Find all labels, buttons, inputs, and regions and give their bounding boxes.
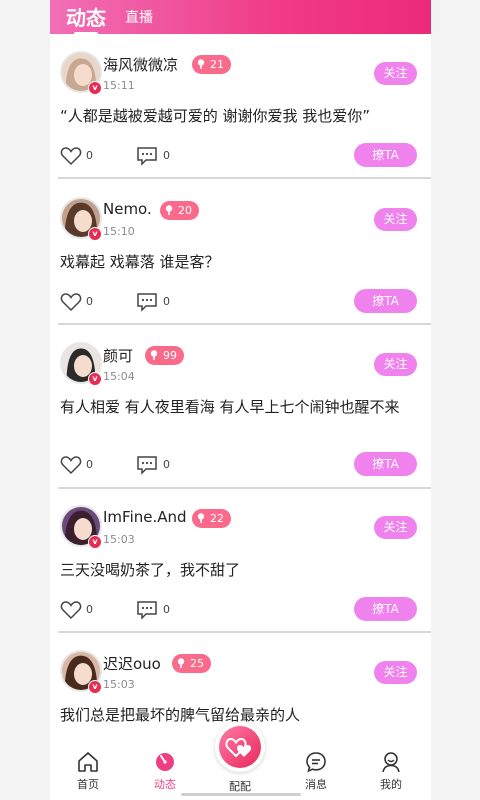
user-name[interactable]: 海风微微凉 (103, 54, 178, 75)
post-card[interactable]: v 海风微微凉 15:11 21 关注 “人都是越被爱越可爱的 谢谢你爱我 我也… (50, 34, 431, 179)
nav-messages[interactable]: 消息 (291, 750, 341, 796)
heart-outline-icon[interactable] (60, 146, 82, 166)
pin-icon (197, 59, 205, 69)
post-time: 15:11 (103, 79, 135, 92)
home-indicator (181, 793, 301, 796)
follow-button[interactable]: 关注 (374, 661, 417, 684)
user-name[interactable]: ImFine.And (103, 508, 187, 526)
post-time: 15:03 (103, 533, 135, 546)
chat-lines-icon (306, 752, 326, 773)
post-content: 戏幕起 戏幕落 谁是客？ (60, 253, 220, 271)
level-badge: 22 (192, 509, 231, 528)
user-name[interactable]: Nemo. (103, 200, 152, 218)
person-icon (382, 752, 400, 773)
level-badge: 20 (160, 201, 199, 220)
follow-button[interactable]: 关注 (374, 516, 417, 539)
post-card[interactable]: v 颜可 15:04 99 关注 有人相爱 有人夜里看海 有人早上七个闹钟也醒不… (50, 325, 431, 489)
user-name[interactable]: 迟迟ouo (103, 653, 161, 674)
divider (58, 177, 431, 179)
nav-messages-label: 消息 (305, 778, 327, 791)
verified-badge: v (88, 535, 102, 549)
comment-bubble-icon[interactable] (136, 455, 158, 475)
comment-count: 0 (163, 458, 170, 471)
flirt-button[interactable]: 撩TA (354, 452, 417, 476)
post-content: 三天没喝奶茶了，我不甜了 (60, 561, 241, 579)
level-value: 20 (178, 204, 192, 217)
flirt-button[interactable]: 撩TA (354, 289, 417, 313)
post-content: “人都是越被爱越可爱的 谢谢你爱我 我也爱你” (60, 107, 371, 125)
double-heart-icon (225, 737, 252, 758)
nav-home[interactable]: 首页 (63, 750, 113, 796)
like-count: 0 (86, 295, 93, 308)
level-value: 99 (163, 349, 177, 362)
level-value: 22 (210, 512, 224, 525)
top-tab-bar: 动态 直播 (50, 0, 431, 35)
post-actions: 0 0 撩TA (50, 143, 431, 167)
verified-badge: v (88, 227, 102, 241)
nav-match-label: 配配 (229, 780, 251, 793)
pin-icon (197, 513, 205, 523)
tab-live[interactable]: 直播 (125, 7, 153, 27)
comment-bubble-icon[interactable] (136, 146, 158, 166)
heart-outline-icon[interactable] (60, 292, 82, 312)
app-screen: 动态 直播 v 海风微微凉 15:11 21 关注 “人都是越被爱越可爱的 谢谢… (50, 0, 431, 800)
like-count: 0 (86, 458, 93, 471)
verified-badge: v (88, 372, 102, 386)
clock-dial-icon (156, 753, 174, 771)
nav-feed[interactable]: 动态 (140, 750, 190, 796)
feed-list[interactable]: v 海风微微凉 15:11 21 关注 “人都是越被爱越可爱的 谢谢你爱我 我也… (50, 34, 431, 746)
verified-badge: v (88, 81, 102, 95)
comment-bubble-icon[interactable] (136, 600, 158, 620)
level-badge: 25 (172, 654, 211, 673)
level-badge: 99 (145, 346, 184, 365)
post-time: 15:03 (103, 678, 135, 691)
level-value: 21 (210, 58, 224, 71)
pin-icon (177, 658, 185, 668)
level-badge: 21 (192, 55, 231, 74)
post-actions: 0 0 撩TA (50, 289, 431, 313)
comment-count: 0 (163, 149, 170, 162)
post-content: 有人相爱 有人夜里看海 有人早上七个闹钟也醒不来 (60, 398, 400, 416)
follow-button[interactable]: 关注 (374, 208, 417, 231)
level-value: 25 (190, 657, 204, 670)
like-count: 0 (86, 149, 93, 162)
follow-button[interactable]: 关注 (374, 62, 417, 85)
post-time: 15:10 (103, 225, 135, 238)
follow-button[interactable]: 关注 (374, 353, 417, 376)
post-actions: 0 0 撩TA (50, 597, 431, 621)
nav-mine-label: 我的 (380, 778, 402, 791)
comment-count: 0 (163, 603, 170, 616)
post-time: 15:04 (103, 370, 135, 383)
post-actions: 0 0 撩TA (50, 452, 431, 476)
tab-feed[interactable]: 动态 (66, 2, 106, 35)
heart-outline-icon[interactable] (60, 600, 82, 620)
post-card[interactable]: v Nemo. 15:10 20 关注 戏幕起 戏幕落 谁是客？ 0 0 撩TA (50, 180, 431, 325)
match-button[interactable] (215, 722, 265, 772)
user-name[interactable]: 颜可 (103, 345, 133, 366)
comment-count: 0 (163, 295, 170, 308)
pin-icon (150, 350, 158, 360)
pin-icon (165, 205, 173, 215)
match-button-bg (219, 726, 261, 768)
like-count: 0 (86, 603, 93, 616)
nav-feed-label: 动态 (154, 778, 176, 791)
flirt-button[interactable]: 撩TA (354, 143, 417, 167)
flirt-button[interactable]: 撩TA (354, 597, 417, 621)
comment-bubble-icon[interactable] (136, 292, 158, 312)
verified-badge: v (88, 680, 102, 694)
home-icon (78, 752, 98, 772)
nav-mine[interactable]: 我的 (366, 750, 416, 796)
post-card[interactable]: v ImFine.And 15:03 22 关注 三天没喝奶茶了，我不甜了 0 … (50, 488, 431, 633)
heart-outline-icon[interactable] (60, 455, 82, 475)
nav-home-label: 首页 (77, 778, 99, 791)
